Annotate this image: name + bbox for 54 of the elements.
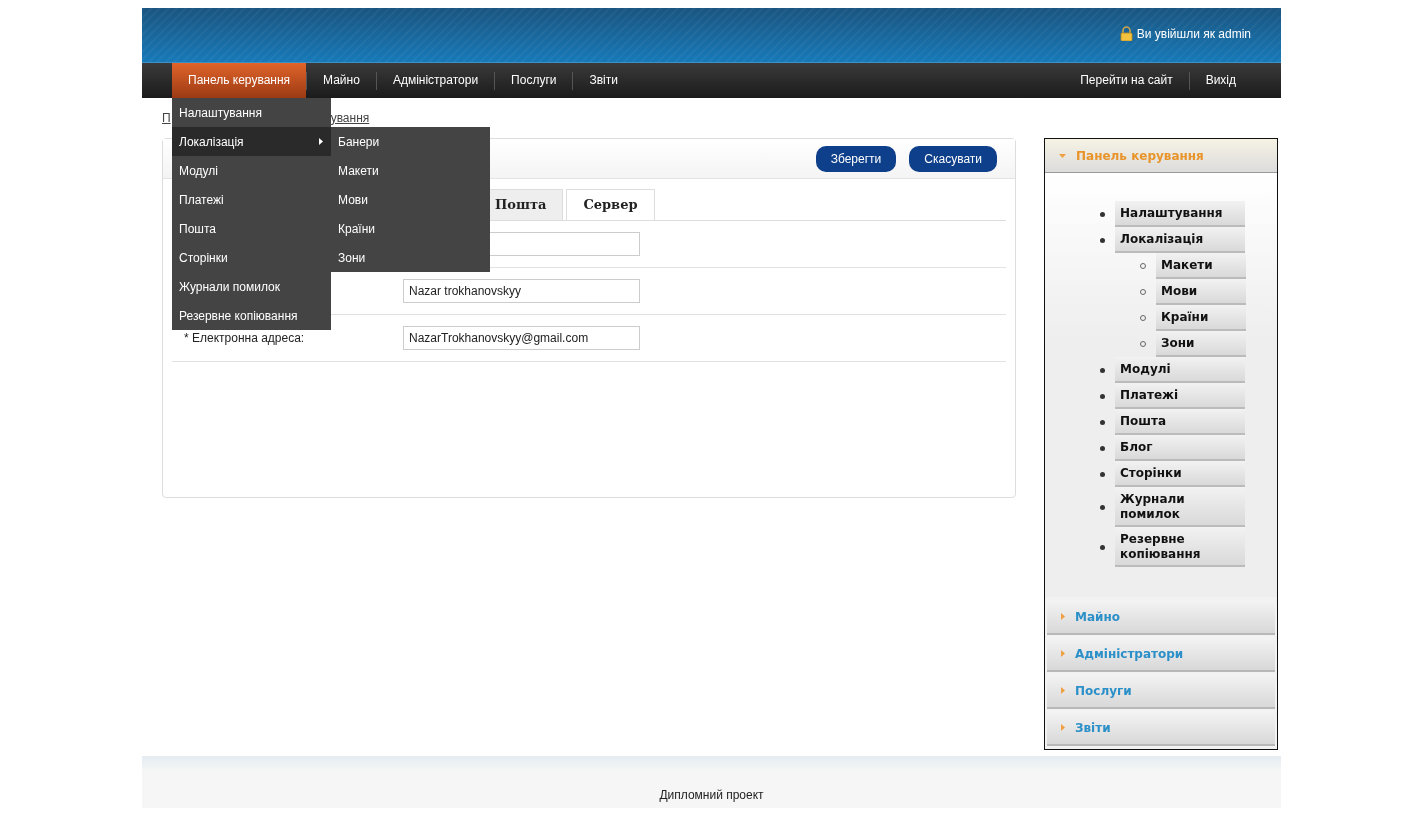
tree-item[interactable]: Макети [1156,253,1246,279]
caret-icon [1059,153,1066,158]
menu-item[interactable]: Журнали помилок [172,272,331,301]
tree-item[interactable]: Резервне копіювання [1115,527,1245,567]
menu-item[interactable]: Локалізація [172,127,331,156]
nav-item[interactable]: Звіти [573,63,634,98]
menu-item[interactable]: Макети [331,156,490,185]
tree-item[interactable]: Сторінки [1115,461,1245,487]
bullet-icon [1100,471,1105,477]
bullet-icon [1100,504,1105,510]
menu-item[interactable]: Пошта [172,214,331,243]
tree-item[interactable]: Блог [1115,435,1245,461]
tree-item[interactable]: Платежі [1115,383,1245,409]
menu-item[interactable]: Зони [331,243,490,272]
tree-item[interactable]: Модулі [1115,357,1245,383]
nav-item[interactable]: Послуги [495,63,573,98]
nav-item[interactable]: Майно [307,63,376,98]
tree-item[interactable]: Мови [1156,279,1246,305]
bullet-icon [1100,393,1105,399]
menu-item[interactable]: Платежі [172,185,331,214]
tree-item[interactable]: Локалізація [1115,227,1245,253]
action-button[interactable]: Скасувати [909,145,997,172]
bullet-icon [1100,367,1105,373]
caret-icon [1061,724,1065,731]
bullet-icon [1100,211,1105,217]
bullet-icon [1100,544,1105,550]
caret-icon [1061,613,1065,620]
caret-icon [1061,650,1065,657]
nav-item[interactable]: Панель керування [172,63,307,98]
input-field[interactable]: Nazar trokhanovskyy [403,279,640,303]
tab[interactable]: Сервер [566,189,655,220]
field-label: * Електронна адреса: [184,331,305,345]
input-field[interactable]: NazarTrokhanovskyy@gmail.com [403,326,640,350]
breadcrumb-link[interactable]: П [162,111,171,125]
bullet-icon [1100,445,1105,451]
breadcrumb-link[interactable]: ування [330,111,370,125]
nav-item[interactable]: Адміністратори [376,63,495,98]
nav-link[interactable]: Вихід [1189,63,1252,98]
menu-item[interactable]: Модулі [172,156,331,185]
menu-item[interactable]: Банери [331,127,490,156]
lock-icon [1119,26,1133,41]
nav-link[interactable]: Перейти на сайт [1064,63,1189,98]
footer-text: Дипломний проект [659,788,764,802]
bullet-icon [1100,237,1105,243]
menu-item[interactable]: Налаштування [172,98,331,127]
tree-item[interactable]: Журнали помилок [1115,487,1245,527]
menu-item[interactable]: Сторінки [172,243,331,272]
tree-item[interactable]: Пошта [1115,409,1245,435]
tree-item[interactable]: Налаштування [1115,201,1245,227]
login-status: Ви увійшли як admin [1136,26,1251,41]
action-button[interactable]: Зберегти [815,145,897,172]
caret-icon [1061,687,1065,694]
menu-item[interactable]: Резервне копіювання [172,301,331,330]
bullet-icon [1100,419,1105,425]
